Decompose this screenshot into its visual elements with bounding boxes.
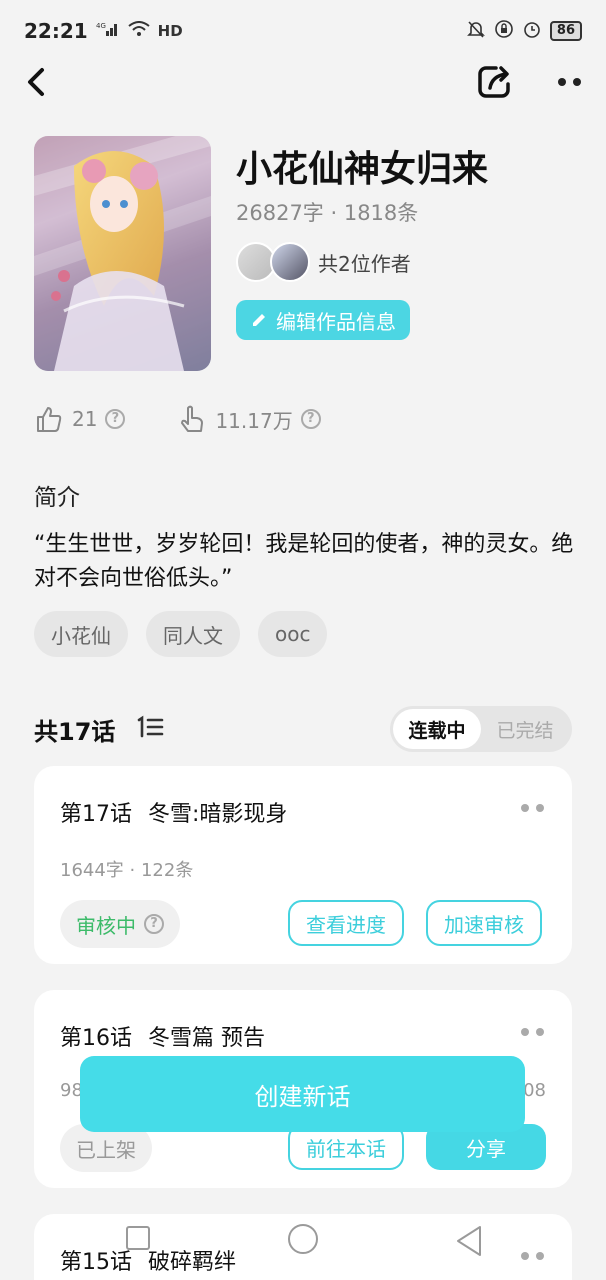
views-stat: 11.17万 ?: [177, 404, 321, 434]
authors-row[interactable]: 共2位作者: [236, 242, 411, 282]
more-dot-icon: [572, 78, 581, 86]
chapter-more-button[interactable]: [521, 804, 544, 812]
chapter-title-row: 第17话 冬雪:暗影现身: [60, 796, 287, 828]
chapter-meta: 1644字 · 122条: [60, 860, 194, 881]
tag-list: 小花仙 同人文 ooc: [34, 611, 328, 657]
chapter-meta-right: 08: [523, 1080, 546, 1101]
home-icon[interactable]: [288, 1224, 318, 1254]
status-bar: 22:21 4G HD 86: [0, 0, 606, 62]
chapter-number: 第17话: [60, 802, 132, 827]
chapter-title: 冬雪篇 预告: [148, 1026, 265, 1051]
mute-icon: [466, 19, 486, 44]
chapter-number: 第16话: [60, 1026, 132, 1051]
more-dot-icon: [536, 1028, 544, 1036]
recent-apps-icon[interactable]: [126, 1226, 150, 1250]
chapter-card[interactable]: 第17话 冬雪:暗影现身 1644字 · 122条 审核中 ? 查看进度 加速审核: [34, 766, 572, 964]
stats-row: 21 ? 11.17万 ?: [34, 404, 373, 434]
view-progress-button[interactable]: 查看进度: [288, 900, 404, 946]
more-dot-icon: [536, 804, 544, 812]
back-button[interactable]: [22, 64, 52, 100]
tag-chip[interactable]: 同人文: [146, 611, 240, 657]
pencil-icon: [253, 314, 265, 326]
more-dot-icon: [521, 1028, 529, 1036]
svg-text:4G: 4G: [96, 22, 106, 30]
help-icon[interactable]: ?: [105, 409, 126, 429]
speed-up-review-button[interactable]: 加速审核: [426, 900, 542, 946]
system-navigation-bar: [0, 1218, 606, 1268]
toggle-serializing[interactable]: 连载中: [393, 709, 481, 749]
help-icon[interactable]: ?: [144, 914, 164, 934]
work-title: 小花仙神女归来: [236, 149, 489, 190]
more-dot-icon: [557, 78, 566, 86]
tag-chip[interactable]: 小花仙: [34, 611, 128, 657]
toggle-completed[interactable]: 已完结: [481, 709, 569, 749]
cover-illustration: [34, 136, 211, 371]
intro-heading: 简介: [34, 485, 80, 511]
chapters-header: 共17话 连载中 已完结: [34, 706, 572, 752]
help-icon[interactable]: ?: [300, 409, 321, 429]
more-dot-icon: [521, 804, 529, 812]
chapter-title: 冬雪:暗影现身: [148, 802, 288, 827]
intro-text: “生生世世，岁岁轮回！我是轮回的使者，神的灵女。绝对不会向世俗低头。”: [34, 532, 574, 591]
authors-label: 共2位作者: [318, 251, 411, 276]
wifi-icon: [128, 21, 150, 41]
tag-chip[interactable]: ooc: [258, 611, 328, 657]
edit-work-info-label: 编辑作品信息: [276, 309, 396, 334]
views-count: 11.17万: [215, 408, 293, 433]
tap-hand-icon: [181, 405, 204, 432]
likes-stat: 21 ?: [34, 404, 126, 434]
thumbs-up-icon: [37, 407, 62, 432]
create-new-chapter-button[interactable]: 创建新话: [80, 1056, 525, 1132]
share-button[interactable]: [476, 62, 514, 102]
likes-count: 21: [72, 407, 98, 431]
chapter-title-row: 第16话 冬雪篇 预告: [60, 1020, 265, 1052]
sort-list-icon: [137, 715, 164, 738]
lock-rotation-icon: [494, 19, 514, 44]
chevron-left-icon: [28, 68, 44, 96]
work-meta: 26827字 · 1818条: [236, 201, 419, 225]
sort-order-button[interactable]: [136, 714, 166, 742]
hd-icon: HD: [157, 22, 183, 40]
top-nav-bar: [0, 62, 606, 102]
chapter-more-button[interactable]: [521, 1028, 544, 1036]
author-avatar: [270, 242, 310, 282]
status-toggle: 连载中 已完结: [390, 706, 572, 752]
edit-work-info-button[interactable]: 编辑作品信息: [236, 300, 410, 340]
review-status-chip: 审核中 ?: [60, 900, 180, 948]
review-status-label: 审核中: [76, 913, 136, 938]
battery-icon: 86: [549, 21, 582, 41]
signal-icon: 4G: [96, 21, 120, 41]
system-back-icon[interactable]: [454, 1224, 484, 1258]
chapter-count: 共17话: [34, 718, 116, 746]
work-cover-image[interactable]: [34, 136, 211, 371]
status-time: 22:21: [24, 19, 88, 43]
alarm-icon: [522, 19, 542, 44]
published-status-label: 已上架: [76, 1137, 136, 1162]
more-options-button[interactable]: [552, 68, 586, 96]
share-icon: [478, 66, 510, 98]
